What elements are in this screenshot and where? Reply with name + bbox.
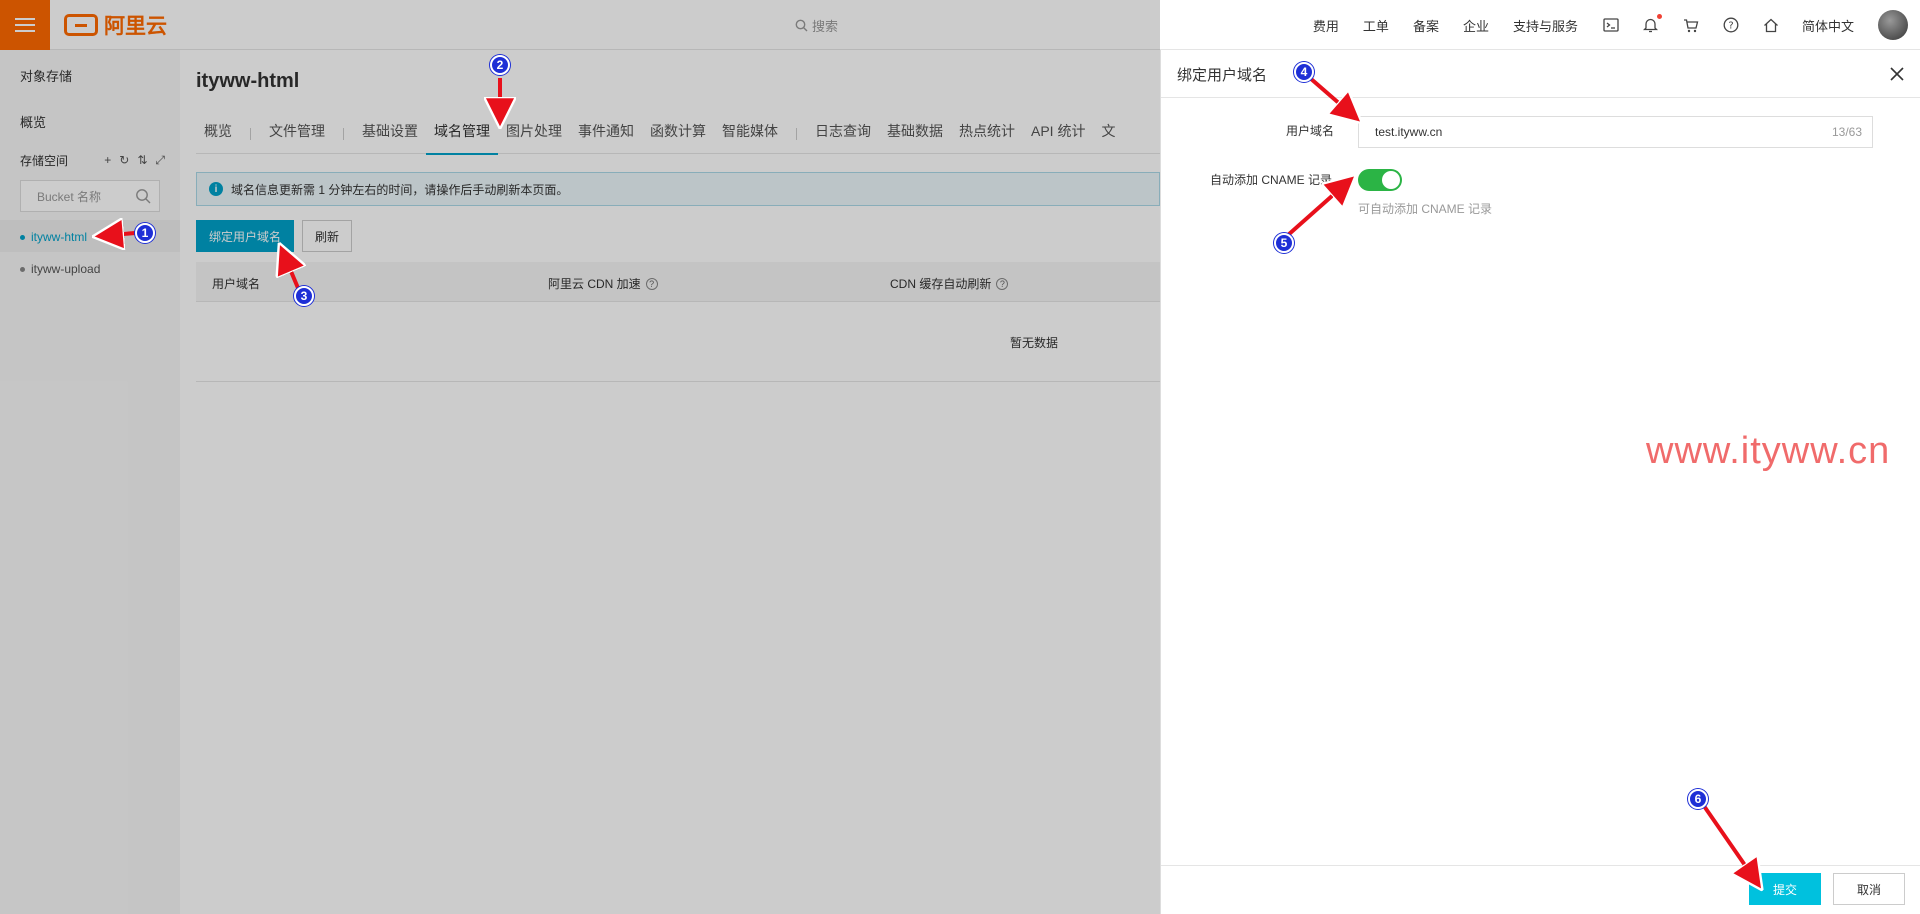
- cart-icon[interactable]: [1682, 16, 1700, 34]
- cname-toggle[interactable]: [1358, 169, 1402, 191]
- nav-enterprise[interactable]: 企业: [1463, 16, 1489, 35]
- nav-tickets[interactable]: 工单: [1363, 16, 1389, 35]
- nav-fees[interactable]: 费用: [1313, 16, 1339, 35]
- user-avatar[interactable]: [1878, 10, 1908, 40]
- help-icon[interactable]: ?: [1722, 16, 1740, 34]
- domain-input[interactable]: test.ityww.cn 13/63: [1358, 116, 1873, 148]
- language-switch[interactable]: 简体中文: [1802, 16, 1854, 35]
- cancel-button[interactable]: 取消: [1833, 873, 1905, 905]
- char-count: 13/63: [1831, 125, 1862, 139]
- notification-dot: [1656, 14, 1662, 19]
- terminal-icon[interactable]: [1602, 16, 1620, 34]
- nav-support[interactable]: 支持与服务: [1513, 16, 1578, 35]
- bind-domain-drawer: 绑定用户域名 用户域名 test.ityww.cn 13/63 自动添加 CNA…: [1160, 50, 1920, 914]
- cname-hint: 可自动添加 CNAME 记录: [1358, 202, 1493, 216]
- nav-icp[interactable]: 备案: [1413, 16, 1439, 35]
- watermark-text: www.ityww.cn: [1646, 430, 1891, 472]
- domain-label: 用户域名: [1286, 124, 1335, 138]
- annotation-badge-3: 3: [294, 286, 314, 306]
- annotation-badge-1: 1: [135, 223, 155, 243]
- toggle-knob: [1382, 171, 1400, 189]
- drawer-title: 绑定用户域名: [1177, 67, 1268, 84]
- annotation-badge-2: 2: [490, 55, 510, 75]
- home-icon[interactable]: [1762, 16, 1780, 34]
- modal-overlay[interactable]: [0, 0, 1160, 914]
- annotation-badge-6: 6: [1688, 789, 1708, 809]
- cname-label: 自动添加 CNAME 记录: [1210, 173, 1333, 187]
- close-icon[interactable]: [1889, 66, 1905, 82]
- drawer-header: 绑定用户域名: [1161, 50, 1920, 98]
- domain-value: test.ityww.cn: [1375, 125, 1443, 139]
- top-nav: 费用 工单 备案 企业 支持与服务 ? 简体中文: [1313, 0, 1920, 50]
- svg-text:?: ?: [1728, 21, 1733, 32]
- annotation-badge-4: 4: [1294, 62, 1314, 82]
- annotation-badge-5: 5: [1274, 233, 1294, 253]
- bell-icon[interactable]: [1642, 14, 1662, 34]
- submit-button[interactable]: 提交: [1749, 873, 1821, 905]
